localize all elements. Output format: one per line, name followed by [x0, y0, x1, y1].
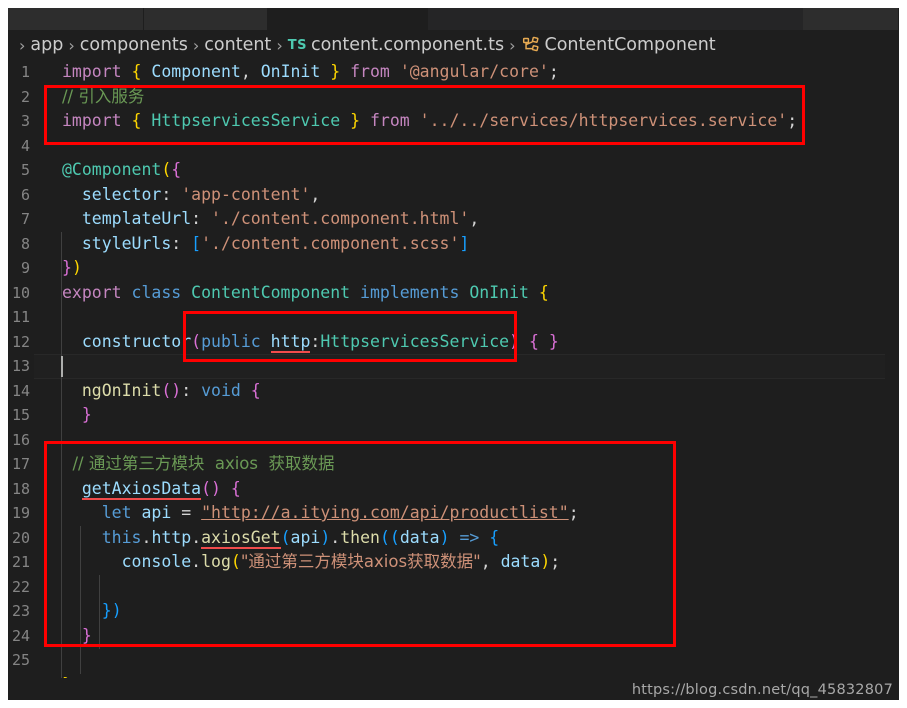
line-number: 25: [11, 651, 30, 669]
line-number: 24: [11, 626, 30, 645]
line-number: 4: [20, 136, 30, 155]
vscode-window: › app › components › content › TS conten…: [8, 8, 899, 700]
line-number: 10: [11, 283, 30, 302]
editor-tab[interactable]: [144, 8, 268, 30]
line-number: 12: [11, 332, 30, 351]
code-line: getAxiosData() {: [81, 478, 241, 500]
code-line: }): [62, 258, 82, 277]
code-line: console.log("通过第三方模块axios获取数据", data);: [121, 552, 561, 571]
line-number: 18: [11, 479, 30, 498]
line-number: 14: [11, 381, 30, 400]
code-line: styleUrls: ['./content.component.scss']: [81, 233, 470, 253]
code-line: import { HttpservicesService } from '../…: [62, 111, 798, 130]
class-symbol-icon: [522, 36, 540, 54]
editor-tab-active[interactable]: [268, 8, 428, 30]
breadcrumb-separator-icon: ›: [192, 35, 200, 55]
line-number: 11: [11, 308, 30, 326]
line-number: 5: [20, 161, 30, 179]
breadcrumb-item-file[interactable]: content.component.ts: [311, 35, 504, 55]
breadcrumb-item-content[interactable]: content: [204, 35, 271, 55]
line-number: 7: [20, 210, 30, 228]
code-line: selector: 'app-content',: [81, 184, 321, 204]
editor-right-edge: [885, 60, 899, 678]
editor-tab[interactable]: [803, 8, 899, 30]
code-line: }: [81, 405, 92, 424]
code-line: @Component({: [62, 160, 182, 179]
breadcrumb-separator-icon: ›: [19, 35, 26, 55]
code-text-area[interactable]: import { Component, OnInit } from '@angu…: [34, 60, 899, 678]
line-number: 20: [11, 528, 30, 547]
line-number: 17: [11, 455, 30, 473]
screenshot-root: › app › components › content › TS conten…: [0, 0, 907, 708]
code-line: export class ContentComponent implements…: [62, 282, 549, 302]
code-line: ngOnInit(): void {: [81, 380, 261, 400]
breadcrumb-separator-icon: ›: [509, 35, 516, 55]
code-line-comment: // 引入服务: [62, 86, 145, 106]
breadcrumb-item-components[interactable]: components: [80, 35, 188, 55]
code-line: let api = "http://a.itying.com/api/produ…: [101, 503, 579, 522]
line-number: 8: [20, 234, 30, 253]
line-number: 13: [11, 357, 30, 375]
breadcrumb: › app › components › content › TS conten…: [8, 30, 899, 60]
editor-tab-bar: [8, 8, 899, 30]
editor-tab[interactable]: [8, 8, 144, 30]
line-number-gutter: 1 2 3 4 5 6 7 8 9 10 11 12 13 14 15 16 1…: [8, 60, 34, 678]
line-number: 9: [20, 259, 30, 277]
code-line: }: [81, 625, 92, 645]
line-number: 15: [11, 406, 30, 424]
code-line: }): [101, 601, 122, 620]
status-bar: https://blog.csdn.net/qq_45832807: [8, 678, 899, 700]
line-number: 16: [11, 430, 30, 449]
breadcrumb-item-app[interactable]: app: [30, 35, 63, 55]
line-number: 23: [11, 602, 30, 620]
line-number: 22: [11, 577, 30, 596]
line-number: 3: [20, 112, 30, 130]
line-number: 6: [20, 185, 30, 204]
line-number: 19: [11, 504, 30, 522]
ts-file-icon: TS: [287, 37, 307, 53]
breadcrumb-item-symbol[interactable]: ContentComponent: [544, 35, 715, 55]
breadcrumb-separator-icon: ›: [276, 35, 283, 55]
code-line: constructor(public http:HttpservicesServ…: [81, 331, 559, 353]
breadcrumb-separator-icon: ›: [68, 35, 75, 55]
code-line: templateUrl: './content.component.html',: [81, 209, 480, 228]
code-line: import { Component, OnInit } from '@angu…: [62, 62, 559, 81]
line-number: 1: [20, 63, 30, 81]
line-number: 2: [20, 87, 30, 106]
code-line: this.http.axiosGet(api).then((data) => {: [101, 527, 500, 549]
code-editor[interactable]: 1 2 3 4 5 6 7 8 9 10 11 12 13 14 15 16 1…: [8, 60, 899, 678]
code-line-comment: // 通过第三方模块 axios 获取数据: [62, 454, 335, 473]
tab-bar-filler: [428, 8, 803, 30]
line-number: 21: [11, 553, 30, 571]
blog-watermark: https://blog.csdn.net/qq_45832807: [631, 682, 893, 698]
